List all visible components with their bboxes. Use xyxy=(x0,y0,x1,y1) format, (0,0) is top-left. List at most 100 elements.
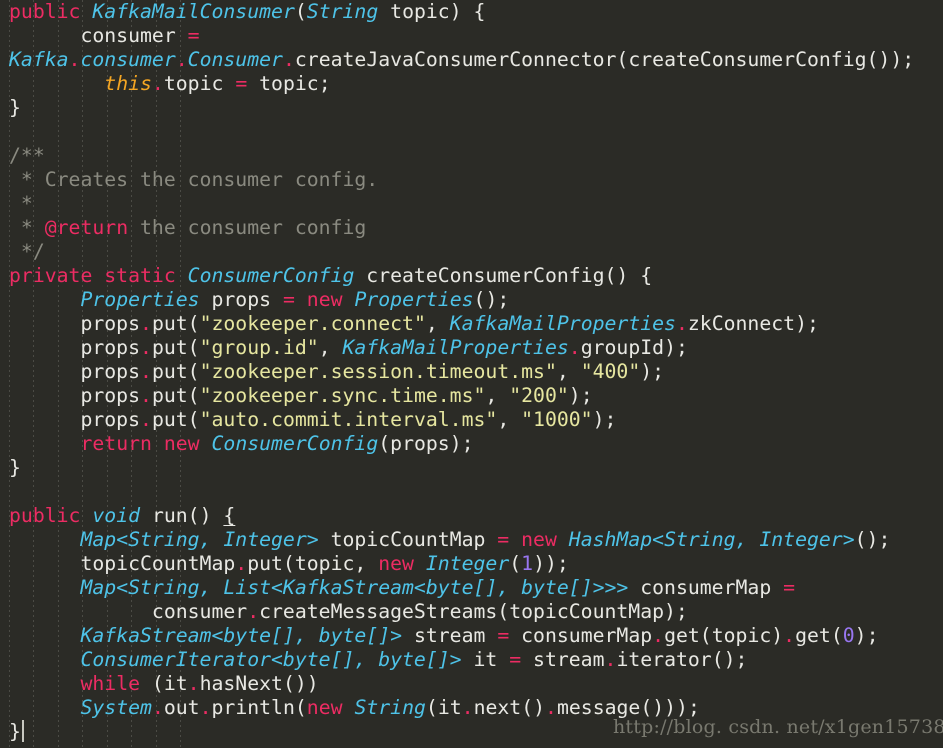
code-token: 1 xyxy=(521,552,534,575)
code-token: . xyxy=(604,648,617,671)
code-token: props xyxy=(9,336,141,359)
source-code-block[interactable]: public KafkaMailConsumer(String topic) {… xyxy=(0,0,943,744)
code-token: . xyxy=(675,312,688,335)
code-token: . xyxy=(68,48,81,71)
code-token: props xyxy=(9,312,141,335)
code-token: "1000" xyxy=(521,408,593,431)
code-token: "auto.commit.interval.ms" xyxy=(199,408,498,431)
code-token: , xyxy=(485,384,510,407)
code-line[interactable]: */ xyxy=(0,240,943,264)
code-line[interactable]: props.put("zookeeper.session.timeout.ms"… xyxy=(0,360,943,384)
code-token: "zookeeper.sync.time.ms" xyxy=(199,384,486,407)
code-token: . xyxy=(235,552,248,575)
code-token: out xyxy=(163,696,200,719)
code-token: String xyxy=(354,696,426,719)
code-token: get(topic) xyxy=(664,624,784,647)
code-line[interactable]: while (it.hasNext()) xyxy=(0,672,943,696)
code-token: props xyxy=(9,408,141,431)
code-line[interactable]: /** xyxy=(0,144,943,168)
code-token: "200" xyxy=(509,384,569,407)
code-token: = xyxy=(235,72,248,95)
code-token: new xyxy=(306,696,343,719)
code-line[interactable]: props.put("zookeeper.connect", KafkaMail… xyxy=(0,312,943,336)
code-token: (); xyxy=(473,288,510,311)
code-token: . xyxy=(140,360,152,383)
code-editor-viewport[interactable]: public KafkaMailConsumer(String topic) {… xyxy=(0,0,943,748)
code-token: next() xyxy=(473,696,546,719)
code-line[interactable]: private static ConsumerConfig createCons… xyxy=(0,264,943,288)
code-token: , xyxy=(497,408,522,431)
code-token: put( xyxy=(151,408,200,431)
code-token: Integer xyxy=(425,552,510,575)
code-line[interactable]: * xyxy=(0,192,943,216)
code-token: . xyxy=(247,600,260,623)
code-token: hasNext()) xyxy=(199,672,319,695)
code-line[interactable]: public void run() { xyxy=(0,504,943,528)
code-token: . xyxy=(568,336,581,359)
code-token: * Creates the consumer config. xyxy=(9,168,379,191)
code-token: put( xyxy=(151,312,200,335)
code-token: . xyxy=(140,384,152,407)
code-line[interactable]: Kafka.consumer.Consumer.createJavaConsum… xyxy=(0,48,943,72)
code-line[interactable]: Map<String, List<KafkaStream<byte[], byt… xyxy=(0,576,943,600)
code-token: @return xyxy=(44,216,129,239)
text-cursor xyxy=(21,720,24,742)
code-token: . xyxy=(140,336,152,359)
code-token: = xyxy=(509,648,522,671)
code-token: props xyxy=(9,360,141,383)
code-token: * xyxy=(9,216,45,239)
code-line[interactable]: props.put("auto.commit.interval.ms", "10… xyxy=(0,408,943,432)
code-token: . xyxy=(140,312,152,335)
code-line[interactable]: this.topic = topic; xyxy=(0,72,943,96)
code-line[interactable] xyxy=(0,480,943,504)
code-line[interactable]: public KafkaMailConsumer(String topic) { xyxy=(0,0,943,24)
code-token: get( xyxy=(795,624,843,647)
code-token: topic xyxy=(163,72,236,95)
code-line[interactable] xyxy=(0,120,943,144)
code-token: "zookeeper.connect" xyxy=(199,312,426,335)
code-line[interactable]: * Creates the consumer config. xyxy=(0,168,943,192)
code-line[interactable]: Map<String, Integer> topicCountMap = new… xyxy=(0,528,943,552)
code-token: KafkaMailProperties xyxy=(449,312,676,335)
code-token: . xyxy=(461,696,474,719)
code-token: . xyxy=(199,696,212,719)
code-line[interactable]: * @return the consumer config xyxy=(0,216,943,240)
code-token: createConsumerConfig() { xyxy=(354,264,653,287)
code-token: topic; xyxy=(247,72,331,95)
code-token: * xyxy=(9,192,33,215)
code-token: groupId); xyxy=(580,336,688,359)
code-line[interactable]: props.put("zookeeper.sync.time.ms", "200… xyxy=(0,384,943,408)
code-token: , xyxy=(425,312,450,335)
code-token: return xyxy=(80,432,152,455)
code-line[interactable]: Properties props = new Properties(); xyxy=(0,288,943,312)
code-token: )); xyxy=(533,552,569,575)
code-token: put( xyxy=(151,360,200,383)
code-token: . xyxy=(652,624,665,647)
code-line[interactable]: topicCountMap.put(topic, new Integer(1))… xyxy=(0,552,943,576)
code-line[interactable]: consumer = xyxy=(0,24,943,48)
code-token: { xyxy=(223,504,236,527)
code-token: put( xyxy=(151,384,200,407)
code-token: } xyxy=(9,456,21,479)
code-line[interactable]: KafkaStream<byte[], byte[]> stream = con… xyxy=(0,624,943,648)
code-token: public xyxy=(9,504,81,527)
code-token: ); xyxy=(640,360,665,383)
code-line[interactable]: ConsumerIterator<byte[], byte[]> it = st… xyxy=(0,648,943,672)
watermark-text: http://blog. csdn. net/x1gen157387 xyxy=(613,716,943,738)
code-line[interactable]: props.put("group.id", KafkaMailPropertie… xyxy=(0,336,943,360)
code-line[interactable]: } xyxy=(0,96,943,120)
code-line[interactable]: } xyxy=(0,456,943,480)
code-token: ( xyxy=(294,0,307,23)
code-line[interactable]: consumer.createMessageStreams(topicCount… xyxy=(0,600,943,624)
code-token: ( xyxy=(509,552,522,575)
code-token: consumerMap xyxy=(509,624,653,647)
code-line[interactable]: return new ConsumerConfig(props); xyxy=(0,432,943,456)
code-token: Consumer xyxy=(187,48,283,71)
